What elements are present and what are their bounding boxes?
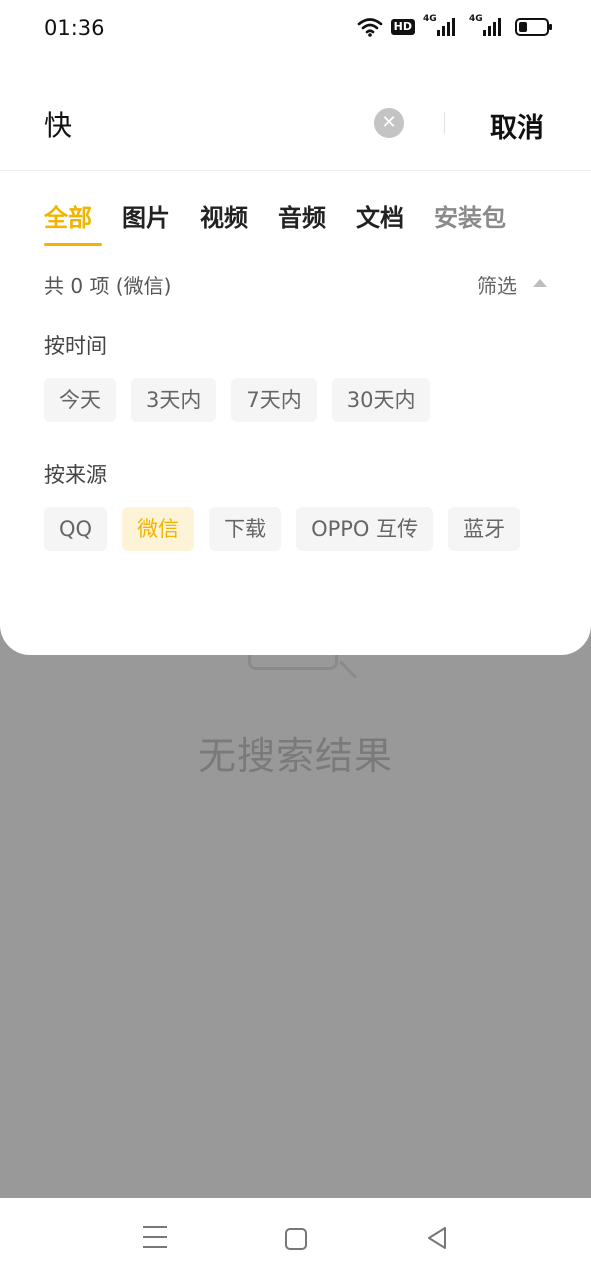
chevron-up-icon[interactable] xyxy=(533,279,547,287)
back-icon[interactable] xyxy=(426,1226,448,1250)
home-icon[interactable] xyxy=(285,1228,307,1250)
time-filter-title: 按时间 xyxy=(44,334,107,358)
battery-icon xyxy=(515,18,552,36)
signal-sim2-icon: 4G xyxy=(469,14,507,38)
chip-downloads[interactable]: 下载 xyxy=(209,507,282,551)
search-divider xyxy=(444,112,445,134)
tab-videos[interactable]: 视频 xyxy=(200,198,248,246)
result-summary: 共 0 项 (微信) 筛选 xyxy=(44,270,547,300)
status-time: 01:36 xyxy=(44,16,105,40)
wifi-icon xyxy=(357,17,383,37)
menu-icon[interactable] xyxy=(143,1226,167,1248)
empty-state-message: 无搜索结果 xyxy=(197,734,393,778)
chip-3-days[interactable]: 3天内 xyxy=(131,378,217,422)
category-tabs: 全部 图片 视频 音频 文档 安装包 xyxy=(44,198,536,248)
system-nav-bar xyxy=(0,1198,591,1280)
sim2-network-label: 4G xyxy=(469,14,483,24)
tab-documents[interactable]: 文档 xyxy=(356,198,404,246)
source-filter-title: 按来源 xyxy=(44,463,107,487)
tab-images[interactable]: 图片 xyxy=(122,198,170,246)
status-bar: 01:36 HD 4G 4G xyxy=(0,0,591,60)
status-icons: HD 4G 4G xyxy=(357,14,552,38)
filter-sheet: 01:36 HD 4G 4G ✕ xyxy=(0,0,591,655)
chip-bluetooth[interactable]: 蓝牙 xyxy=(448,507,521,551)
tab-audio[interactable]: 音频 xyxy=(278,198,326,246)
header-divider xyxy=(0,170,591,171)
signal-sim1-icon: 4G xyxy=(423,14,461,38)
search-bar: ✕ 取消 xyxy=(0,90,591,162)
sim1-network-label: 4G xyxy=(423,14,437,24)
chip-oppo-share[interactable]: OPPO 互传 xyxy=(296,507,434,551)
result-count: 共 0 项 (微信) xyxy=(44,274,172,298)
time-filter-chips: 今天 3天内 7天内 30天内 xyxy=(44,378,554,422)
chip-7-days[interactable]: 7天内 xyxy=(231,378,317,422)
cancel-button[interactable]: 取消 xyxy=(490,106,544,145)
hd-voice-icon: HD xyxy=(390,19,415,35)
chip-30-days[interactable]: 30天内 xyxy=(331,378,431,422)
chip-today[interactable]: 今天 xyxy=(44,378,116,422)
source-filter-chips: QQ 微信 下载 OPPO 互传 蓝牙 xyxy=(44,507,554,551)
clear-icon[interactable]: ✕ xyxy=(374,108,404,138)
chip-qq[interactable]: QQ xyxy=(44,507,108,551)
chip-wechat[interactable]: 微信 xyxy=(122,507,195,551)
search-input[interactable] xyxy=(44,104,364,144)
tab-all[interactable]: 全部 xyxy=(44,198,102,246)
tab-apks[interactable]: 安装包 xyxy=(434,198,506,246)
filter-button[interactable]: 筛选 xyxy=(477,270,517,299)
